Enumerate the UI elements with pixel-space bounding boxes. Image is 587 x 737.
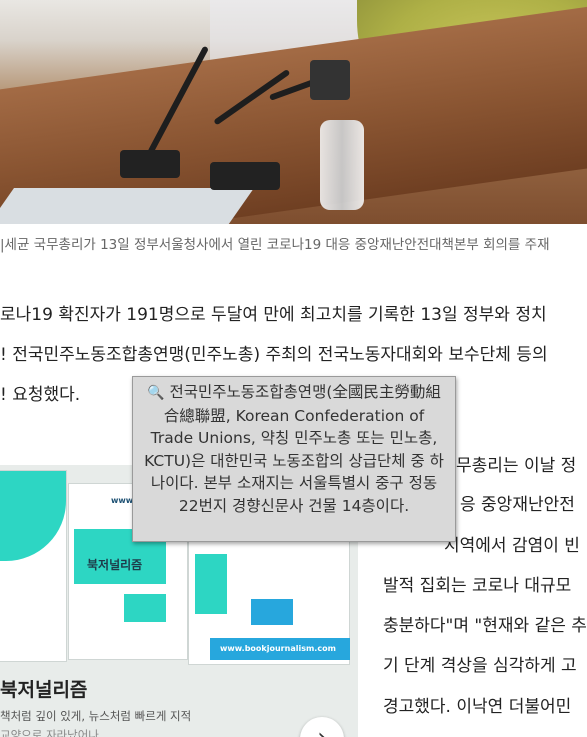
- dictionary-tooltip: 🔍 전국민주노동조합총연맹(全國民主勞動組合總聯盟, Korean Confed…: [132, 376, 456, 542]
- tooltip-text: 전국민주노동조합총연맹(全國民主勞動組合總聯盟, Korean Confeder…: [144, 383, 444, 515]
- mic-base: [120, 150, 180, 178]
- paper: [0, 188, 255, 224]
- cover-blue-block: [251, 599, 293, 625]
- book-url: www.bookjournalism.com: [220, 644, 336, 653]
- article-line: 무총리는 이날 정: [456, 456, 577, 476]
- url-banner: www.bookjournalism.com: [210, 638, 350, 660]
- water-bottle: [320, 120, 364, 210]
- book-label: 북저널리즘: [87, 558, 143, 572]
- article-line: 지역에서 감염이 빈: [444, 536, 580, 556]
- ad-title: 북저널리즘: [0, 679, 88, 701]
- mic-base: [310, 60, 350, 100]
- article-line: 경고했다. 이낙연 더불어민: [383, 697, 572, 717]
- magnifier-icon: 🔍: [147, 385, 165, 401]
- article-line: 발적 집회는 코로나 대규모: [383, 576, 572, 596]
- cover-teal-shape: [0, 471, 66, 561]
- news-photo: [0, 0, 587, 224]
- ad-subtitle: 책처럼 깊이 있게, 뉴스처럼 빠르게 지적: [0, 709, 192, 723]
- article-line: 응 중앙재난안전: [460, 495, 575, 515]
- article-line: ! 전국민주노동조합총연맹(민주노총) 주최의 전국노동자대회와 보수단체 등의: [0, 345, 548, 365]
- article-line: 로나19 확진자가 191명으로 두달여 만에 최고치를 기록한 13일 정부와…: [0, 305, 547, 325]
- photo-caption: |세균 국무총리가 13일 정부서울청사에서 열린 코로나19 대응 중앙재난안…: [0, 237, 550, 253]
- mic-base: [210, 162, 280, 190]
- article-line: 충분하다"며 "현재와 같은 추: [383, 616, 587, 636]
- cover-teal-block: [124, 594, 166, 622]
- cover-teal-block: [195, 554, 227, 614]
- book-cover: [0, 470, 67, 662]
- next-arrow-icon[interactable]: ›: [300, 717, 344, 737]
- ad-subtitle-2: 교양으로 자라났어나: [0, 728, 99, 737]
- article-line: 기 단계 격상을 심각하게 고: [383, 656, 577, 676]
